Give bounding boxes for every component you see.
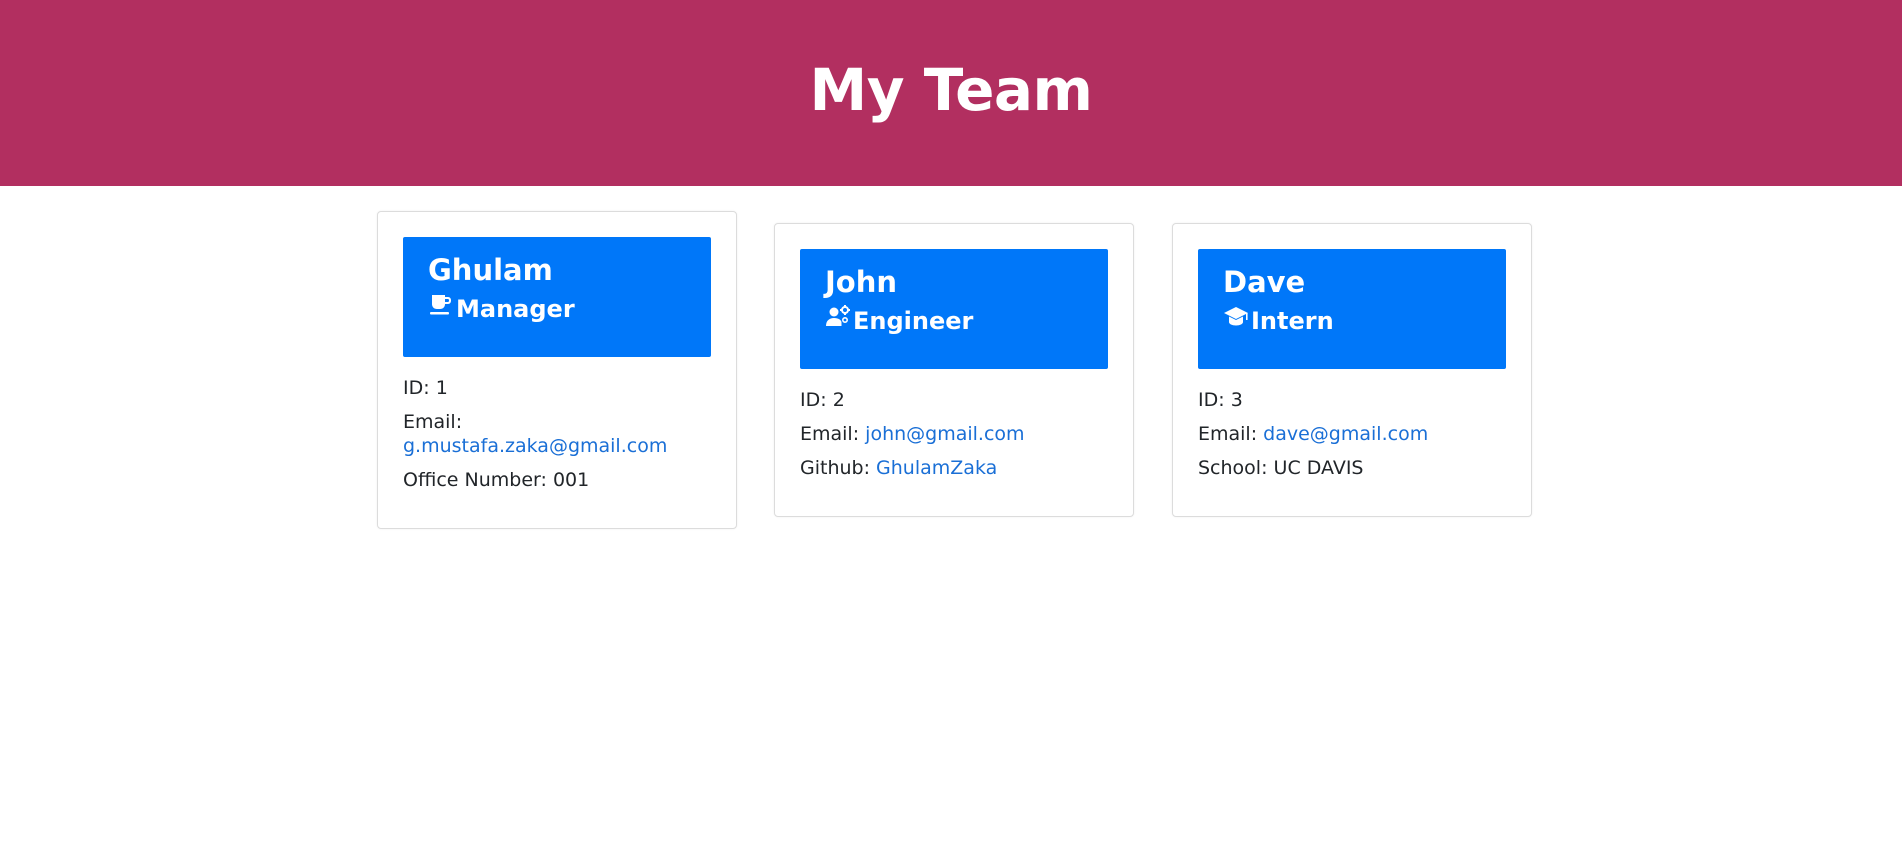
user-cog-icon bbox=[825, 304, 851, 330]
role-label: Intern bbox=[1251, 307, 1334, 335]
card-body: ID: 3 Email: dave@gmail.com School: UC D… bbox=[1198, 388, 1518, 490]
email-link[interactable]: john@gmail.com bbox=[865, 423, 1024, 445]
card-body: ID: 1 Email: g.mustafa.zaka@gmail.com Of… bbox=[403, 376, 723, 502]
graduation-cap-icon bbox=[1223, 304, 1249, 330]
card-header: Dave Intern bbox=[1198, 249, 1506, 369]
github-row: Github: GhulamZaka bbox=[800, 456, 1120, 480]
employee-card-engineer: John Engineer ID: 2 Email: john@gmail.co… bbox=[774, 223, 1134, 517]
employee-name: John bbox=[825, 265, 898, 299]
email-label: Email: bbox=[800, 423, 860, 445]
office-number-label: Office Number: bbox=[403, 469, 547, 491]
email-row: Email: g.mustafa.zaka@gmail.com bbox=[403, 410, 723, 458]
id-label: ID: bbox=[800, 389, 827, 411]
role-label: Manager bbox=[456, 295, 575, 323]
id-label: ID: bbox=[1198, 389, 1225, 411]
email-link[interactable]: g.mustafa.zaka@gmail.com bbox=[403, 435, 667, 457]
card-body: ID: 2 Email: john@gmail.com Github: Ghul… bbox=[800, 388, 1120, 490]
id-value: 3 bbox=[1230, 389, 1243, 411]
office-number-value: 001 bbox=[552, 469, 590, 491]
employee-role: Engineer bbox=[825, 304, 1083, 336]
team-header-banner: My Team bbox=[0, 0, 1902, 186]
email-label: Email: bbox=[403, 411, 463, 433]
github-label: Github: bbox=[800, 457, 870, 479]
email-label: Email: bbox=[1198, 423, 1258, 445]
employee-role: Intern bbox=[1223, 306, 1481, 336]
employee-card-manager: Ghulam Manager ID: 1 Email: g.mustafa.za… bbox=[377, 211, 737, 529]
id-row: ID: 3 bbox=[1198, 388, 1518, 412]
email-row: Email: dave@gmail.com bbox=[1198, 422, 1518, 446]
school-value: UC DAVIS bbox=[1273, 457, 1364, 479]
id-value: 2 bbox=[832, 389, 845, 411]
id-label: ID: bbox=[403, 377, 430, 399]
employee-name: Dave bbox=[1223, 265, 1306, 299]
github-link[interactable]: GhulamZaka bbox=[876, 457, 997, 479]
employee-card-intern: Dave Intern ID: 3 Email: dave@gmail.com … bbox=[1172, 223, 1532, 517]
school-row: School: UC DAVIS bbox=[1198, 456, 1518, 480]
coffee-mug-icon bbox=[428, 292, 454, 318]
card-header: John Engineer bbox=[800, 249, 1108, 369]
employee-name: Ghulam bbox=[428, 253, 553, 287]
id-row: ID: 2 bbox=[800, 388, 1120, 412]
email-row: Email: john@gmail.com bbox=[800, 422, 1120, 446]
employee-role: Manager bbox=[428, 294, 686, 324]
role-label: Engineer bbox=[853, 307, 974, 335]
id-value: 1 bbox=[435, 377, 448, 399]
card-header: Ghulam Manager bbox=[403, 237, 711, 357]
office-number-row: Office Number: 001 bbox=[403, 468, 723, 492]
school-label: School: bbox=[1198, 457, 1268, 479]
email-link[interactable]: dave@gmail.com bbox=[1263, 423, 1428, 445]
page-title: My Team bbox=[809, 56, 1094, 124]
id-row: ID: 1 bbox=[403, 376, 723, 400]
